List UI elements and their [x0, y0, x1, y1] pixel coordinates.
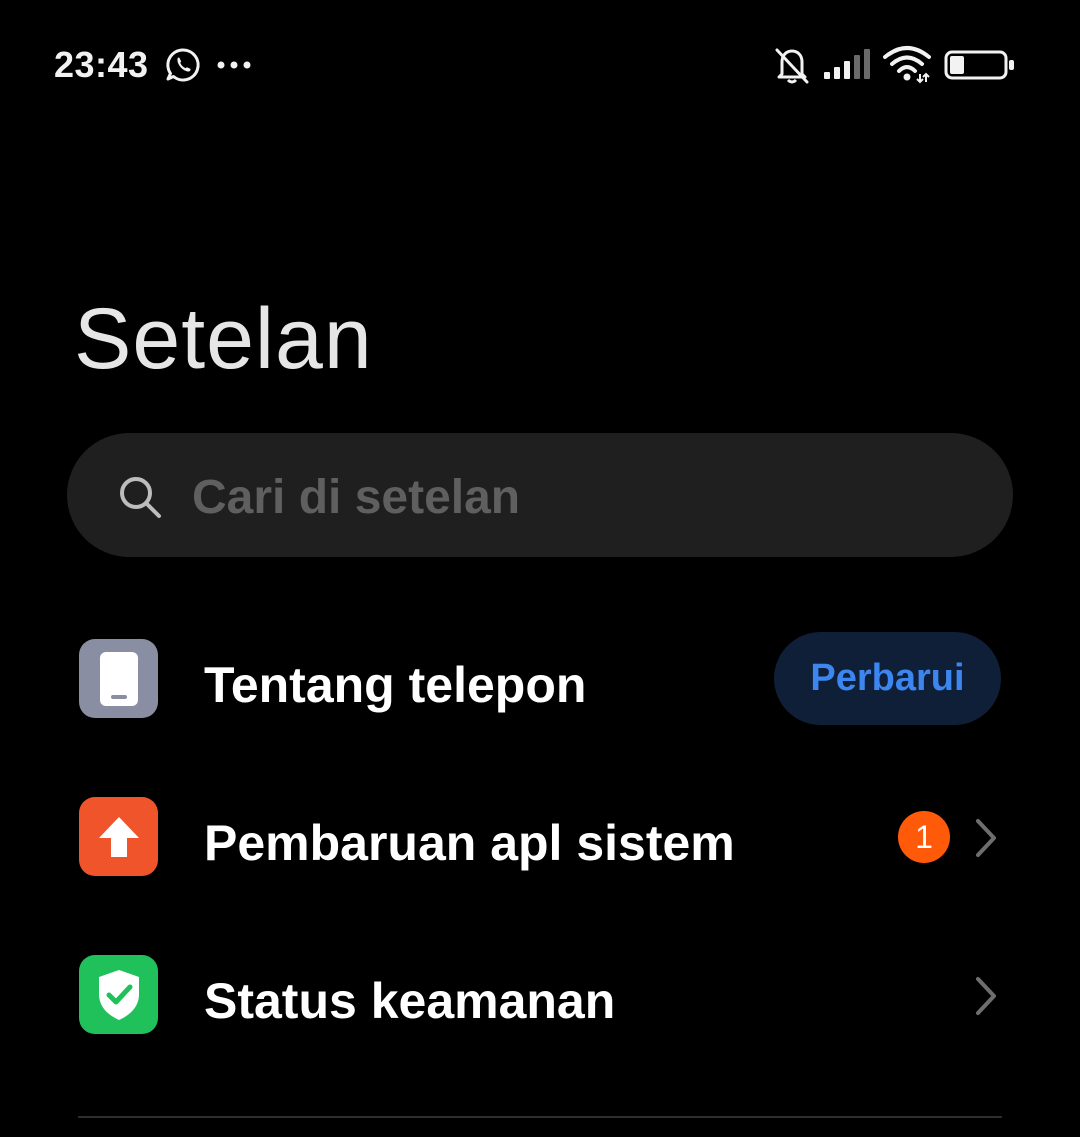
search-placeholder: Cari di setelan: [192, 471, 521, 524]
item-label: Tentang telepon: [204, 657, 587, 713]
bell-muted-icon: [775, 48, 809, 84]
shield-check-icon: [79, 955, 158, 1034]
section-divider: [78, 1116, 1002, 1118]
arrow-up-icon: [79, 797, 158, 876]
chevron-right-icon: [976, 977, 996, 1015]
battery-level: 26: [964, 52, 990, 77]
item-label: Status keamanan: [204, 973, 616, 1029]
more-dots-icon: [217, 61, 251, 69]
status-time: 23:43: [54, 44, 149, 85]
notification-badge: 1: [898, 811, 950, 863]
whatsapp-icon: [166, 48, 200, 82]
update-button[interactable]: Perbarui: [774, 632, 1001, 725]
status-bar: 23:43 26: [0, 0, 1080, 130]
chevron-right-icon: [976, 819, 996, 857]
item-label: Pembaruan apl sistem: [204, 815, 735, 871]
list-item-security-status[interactable]: Status keamanan: [0, 930, 1080, 1060]
battery-icon: 26: [944, 50, 1016, 80]
search-icon: [120, 477, 161, 518]
page-title: Setelan: [74, 291, 373, 387]
settings-screen: 23:43 26 Setelan Cari di setelan Tentang…: [0, 0, 1080, 1137]
phone-icon: [79, 639, 158, 718]
wifi-icon: [883, 46, 931, 84]
signal-icon: [824, 49, 870, 79]
